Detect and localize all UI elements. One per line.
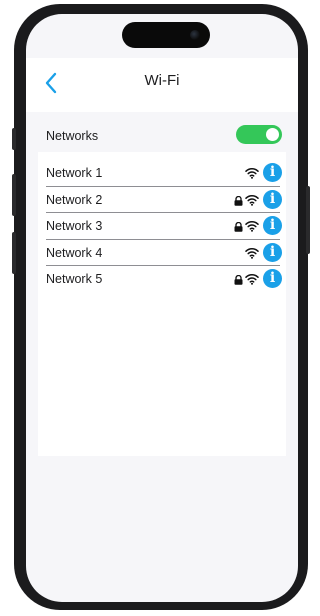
network-row-2[interactable]: Network 2 i xyxy=(38,187,286,213)
wifi-icon xyxy=(245,194,259,206)
page-title: Wi-Fi xyxy=(144,72,180,89)
wifi-icon xyxy=(245,167,259,179)
volume-down-button xyxy=(12,232,16,274)
info-button[interactable]: i xyxy=(263,163,282,182)
nav-header: Wi-Fi xyxy=(26,58,298,112)
lock-icon xyxy=(234,195,243,206)
lock-icon xyxy=(234,222,243,232)
wifi-toggle-label: Networks xyxy=(46,129,99,143)
wifi-toggle[interactable] xyxy=(236,125,282,144)
network-name: Network 4 xyxy=(46,245,103,260)
info-icon: i xyxy=(269,217,276,233)
toggle-knob xyxy=(266,128,279,141)
chevron-left-icon xyxy=(45,72,57,94)
wifi-toggle-row: Networks xyxy=(38,122,286,152)
info-button[interactable]: i xyxy=(263,189,282,209)
power-button xyxy=(306,186,310,254)
network-row-5[interactable]: Network 5 i xyxy=(38,266,286,293)
info-button[interactable]: i xyxy=(263,242,282,262)
action-button xyxy=(12,128,16,150)
volume-up-button xyxy=(12,174,16,216)
network-name: Network 5 xyxy=(46,272,103,286)
network-name: Network 2 xyxy=(46,192,103,207)
dynamic-island xyxy=(122,22,210,48)
lock-icon xyxy=(234,275,243,285)
network-row-1[interactable]: Network 1 i xyxy=(38,160,286,187)
info-icon: i xyxy=(269,164,276,180)
wifi-icon xyxy=(245,273,259,285)
info-icon: i xyxy=(269,270,276,286)
screen: Wi-Fi Networks Network 1 i Network 2 i N… xyxy=(26,14,298,602)
network-name: Network 1 xyxy=(46,166,103,180)
network-list: Network 1 i Network 2 i Network 3 i Netw… xyxy=(38,160,286,293)
info-button[interactable]: i xyxy=(263,216,282,235)
network-name: Network 3 xyxy=(46,219,103,233)
info-icon: i xyxy=(269,190,276,207)
camera-lens xyxy=(190,30,200,40)
back-button[interactable] xyxy=(42,70,62,96)
info-button[interactable]: i xyxy=(263,269,282,288)
wifi-icon xyxy=(245,220,259,232)
network-row-4[interactable]: Network 4 i xyxy=(38,240,286,266)
network-row-3[interactable]: Network 3 i xyxy=(38,213,286,240)
networks-card: Networks Network 1 i Network 2 i Network… xyxy=(38,122,286,456)
wifi-icon xyxy=(245,247,259,259)
info-icon: i xyxy=(269,243,276,260)
